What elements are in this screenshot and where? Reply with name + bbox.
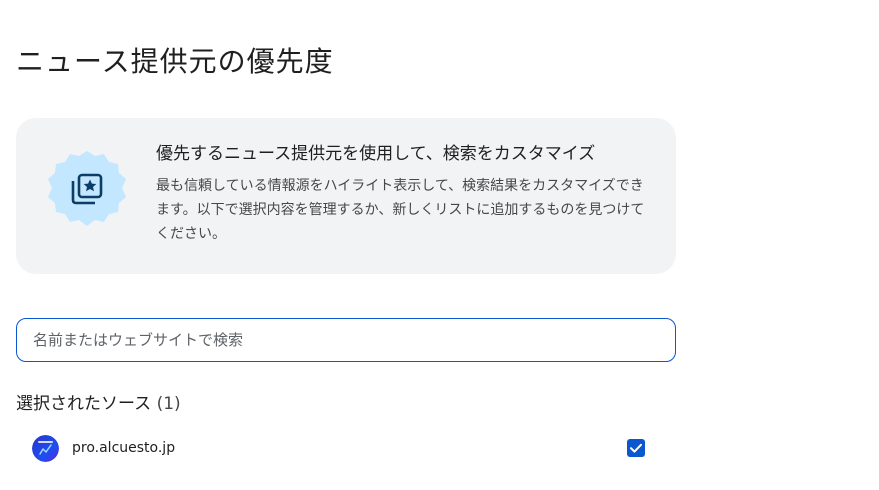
- page-title: ニュース提供元の優先度: [16, 45, 334, 78]
- info-card-heading: 優先するニュース提供元を使用して、検索をカスタマイズ: [156, 144, 596, 164]
- source-list-item[interactable]: pro.alcuesto.jp: [16, 428, 676, 468]
- source-checkbox[interactable]: [627, 439, 645, 457]
- star-gallery-icon: [46, 148, 128, 230]
- search-box[interactable]: [16, 318, 676, 362]
- alcuesto-logo-icon: [32, 435, 59, 462]
- info-card-description: 最も信頼している情報源をハイライト表示して、検索結果をカスタマイズできます。以下…: [156, 178, 645, 242]
- checkmark-icon: [630, 443, 642, 453]
- info-card-text: 優先するニュース提供元を使用して、検索をカスタマイズ 最も信頼している情報源をハ…: [156, 140, 656, 246]
- news-source-priority-page: ニュース提供元の優先度 優先するニュース提供元を使用して、検索をカスタマイズ 最…: [0, 0, 879, 490]
- source-name: pro.alcuesto.jp: [72, 440, 176, 456]
- selected-sources-title: 選択されたソース: [16, 394, 152, 414]
- selected-sources-header: 選択されたソース (1): [16, 390, 181, 418]
- selected-sources-count: (1): [156, 394, 181, 414]
- search-input[interactable]: [33, 331, 659, 349]
- info-card: 優先するニュース提供元を使用して、検索をカスタマイズ 最も信頼している情報源をハ…: [16, 118, 676, 274]
